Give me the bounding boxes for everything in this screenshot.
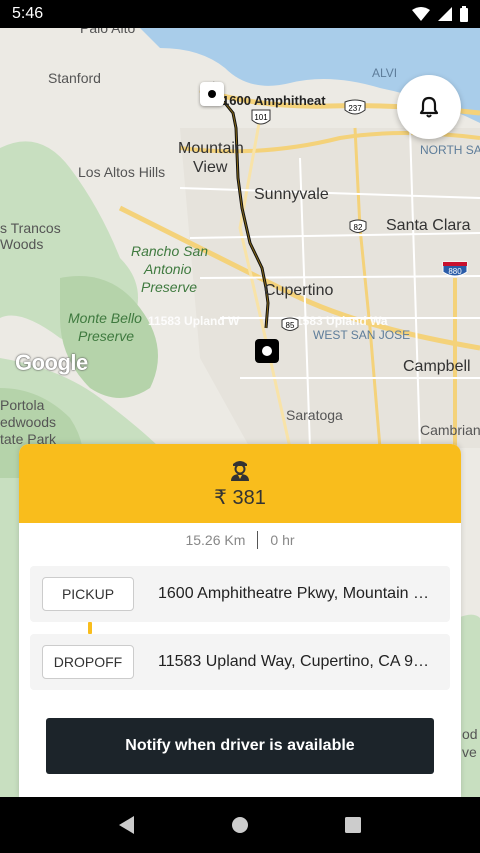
dropoff-address[interactable]: 11583 Upland Way, Cupertino, CA 95014 — [158, 653, 434, 671]
map-label-rancho-1: Rancho San — [131, 243, 209, 259]
map-label-end-2: 11583 Upland Wa — [290, 314, 388, 328]
dropoff-tag: DROPOFF — [42, 645, 134, 679]
stats-divider — [257, 531, 259, 549]
driver-icon — [231, 461, 249, 481]
map-label-right-edge-1: od — [462, 726, 478, 742]
shield-880-label: 880 — [448, 267, 462, 276]
end-marker[interactable] — [255, 339, 279, 363]
status-time: 5:46 — [12, 5, 44, 22]
home-icon — [231, 817, 248, 833]
map-label-end: 11583 Upland W — [148, 314, 240, 328]
start-marker-dot — [208, 90, 216, 98]
shield-101-label: 101 — [254, 113, 268, 122]
map-label-portola-1: Portola — [0, 397, 45, 413]
battery-icon — [460, 6, 468, 22]
map-label-start: 1600 Amphitheat — [222, 93, 326, 108]
map-label-mountain-view-2: View — [193, 159, 228, 176]
shield-82-label: 82 — [354, 223, 363, 232]
map-label-mountain-view-1: Mountain — [178, 140, 244, 157]
map-label-north-san: NORTH SA — [420, 143, 480, 157]
map-label-cambrian: Cambrian — [420, 422, 480, 438]
map-label-monte-bello-2: Preserve — [78, 328, 135, 344]
dropoff-row[interactable]: DROPOFF 11583 Upland Way, Cupertino, CA … — [30, 634, 450, 690]
route-connector — [88, 622, 92, 634]
shield-85-label: 85 — [286, 321, 295, 330]
wifi-icon — [412, 7, 430, 21]
trip-stats: 15.26 Km 0 hr — [19, 523, 461, 557]
end-marker-dot — [262, 346, 272, 356]
bell-icon — [419, 96, 439, 118]
system-nav-bar — [0, 797, 480, 853]
pickup-tag: PICKUP — [42, 577, 134, 611]
map-label-los-trancos-2: Woods — [0, 236, 44, 252]
trip-duration: 0 hr — [270, 532, 295, 548]
map-label-sunnyvale: Sunnyvale — [254, 186, 329, 203]
shield-82-icon: 82 — [349, 219, 367, 233]
map-label-rancho-2: Antonio — [144, 261, 192, 277]
ride-summary-card: ₹ 381 15.26 Km 0 hr PICKUP 1600 Amphithe… — [19, 444, 461, 797]
map-label-los-trancos-1: s Trancos — [0, 220, 61, 236]
google-logo: Google — [15, 350, 88, 375]
map-label-portola-2: edwoods — [0, 414, 57, 430]
shield-101-icon: 101 — [251, 109, 271, 125]
shield-237-icon: 237 — [344, 99, 366, 115]
pickup-address[interactable]: 1600 Amphitheatre Pkwy, Mountain View, C… — [158, 585, 434, 603]
map-label-monte-bello-1: Monte Bello — [68, 310, 142, 326]
status-bar: 5:46 — [0, 0, 480, 28]
map-label-stanford: Stanford — [48, 70, 101, 86]
shield-880-icon: 880 — [442, 261, 468, 277]
trip-distance: 15.26 Km — [185, 532, 246, 548]
map-label-cupertino: Cupertino — [264, 282, 334, 299]
signal-icon — [438, 7, 452, 21]
fare-amount: ₹ 381 — [214, 487, 266, 509]
map-label-west-san-jose: WEST SAN JOSE — [313, 328, 411, 342]
map-label-campbell: Campbell — [403, 358, 471, 375]
map-label-santa-clara: Santa Clara — [386, 217, 471, 234]
start-marker[interactable] — [200, 82, 224, 106]
map-label-right-edge-2: ve — [462, 744, 477, 760]
fare-header: ₹ 381 — [19, 444, 461, 523]
status-icons — [412, 6, 468, 22]
map-label-alviso: ALVI — [372, 66, 398, 80]
recents-button[interactable] — [333, 805, 373, 845]
home-button[interactable] — [220, 805, 260, 845]
recents-icon — [345, 817, 362, 833]
shield-85-icon: 85 — [281, 317, 299, 331]
map-label-rancho-3: Preserve — [141, 279, 198, 295]
notify-driver-button[interactable]: Notify when driver is available — [46, 718, 434, 774]
back-button[interactable] — [107, 805, 147, 845]
pickup-row[interactable]: PICKUP 1600 Amphitheatre Pkwy, Mountain … — [30, 566, 450, 622]
map-label-palo-alto: Palo Alto — [80, 28, 136, 36]
notification-button[interactable] — [397, 75, 461, 139]
map-label-los-altos-hills: Los Altos Hills — [78, 164, 166, 180]
back-icon — [118, 816, 134, 834]
shield-237-label: 237 — [348, 104, 362, 113]
map-label-saratoga: Saratoga — [286, 407, 343, 423]
